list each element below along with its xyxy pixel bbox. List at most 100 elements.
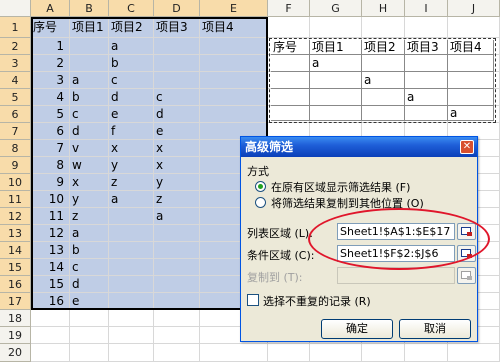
data-cell[interactable]: x — [154, 140, 200, 157]
grid-cell[interactable] — [405, 17, 448, 38]
criteria-cell[interactable] — [271, 89, 310, 106]
grid-cell[interactable] — [362, 344, 405, 362]
data-cell[interactable]: y — [70, 191, 109, 208]
grid-cell[interactable] — [154, 38, 200, 55]
grid-cell[interactable] — [154, 344, 200, 362]
data-cell[interactable]: e — [154, 123, 200, 140]
data-cell[interactable]: v — [70, 140, 109, 157]
data-cell[interactable]: a — [109, 191, 154, 208]
column-header[interactable]: H — [362, 0, 405, 17]
ok-button[interactable]: 确定 — [321, 319, 393, 339]
data-cell[interactable]: d — [70, 123, 109, 140]
data-cell[interactable]: z — [154, 191, 200, 208]
data-cell[interactable]: 4 — [31, 89, 70, 106]
criteria-header[interactable]: 项目1 — [310, 40, 362, 55]
column-header[interactable]: B — [70, 0, 109, 17]
data-cell[interactable]: x — [154, 157, 200, 174]
data-cell[interactable]: a — [70, 72, 109, 89]
row-header[interactable]: 19 — [0, 327, 31, 344]
column-header[interactable]: G — [310, 0, 362, 17]
grid-cell[interactable] — [154, 293, 200, 310]
data-cell[interactable]: 5 — [31, 106, 70, 123]
grid-cell[interactable] — [154, 259, 200, 276]
data-cell[interactable]: d — [109, 89, 154, 106]
grid-cell[interactable] — [109, 242, 154, 259]
grid-cell[interactable] — [109, 344, 154, 362]
column-header[interactable]: C — [109, 0, 154, 17]
row-header[interactable]: 7 — [0, 123, 31, 140]
criteria-cell[interactable]: a — [448, 106, 494, 121]
criteria-cell[interactable] — [405, 72, 448, 89]
grid-cell[interactable] — [200, 106, 268, 123]
row-header[interactable]: 15 — [0, 259, 31, 276]
row-header[interactable]: 10 — [0, 174, 31, 191]
row-header[interactable]: 14 — [0, 242, 31, 259]
criteria-header[interactable]: 项目4 — [448, 40, 494, 55]
data-cell[interactable]: e — [70, 293, 109, 310]
data-cell[interactable]: 6 — [31, 123, 70, 140]
data-cell[interactable]: c — [70, 106, 109, 123]
grid-cell[interactable] — [31, 327, 70, 344]
row-header[interactable]: 17 — [0, 293, 31, 310]
grid-cell[interactable] — [268, 344, 310, 362]
grid-cell[interactable] — [109, 208, 154, 225]
data-cell[interactable]: e — [109, 106, 154, 123]
data-cell[interactable]: 1 — [31, 38, 70, 55]
column-title[interactable]: 项目2 — [109, 17, 154, 38]
criteria-cell[interactable]: a — [405, 89, 448, 106]
row-header[interactable]: 5 — [0, 89, 31, 106]
grid-cell[interactable] — [200, 55, 268, 72]
criteria-cell[interactable] — [448, 72, 494, 89]
data-cell[interactable]: a — [70, 225, 109, 242]
data-cell[interactable]: 13 — [31, 242, 70, 259]
criteria-cell[interactable] — [448, 89, 494, 106]
grid-cell[interactable] — [154, 276, 200, 293]
grid-cell[interactable] — [109, 293, 154, 310]
data-cell[interactable]: z — [109, 174, 154, 191]
criteria-header[interactable]: 序号 — [271, 40, 310, 55]
grid-cell[interactable] — [310, 17, 362, 38]
data-cell[interactable]: 8 — [31, 157, 70, 174]
grid-cell[interactable] — [154, 242, 200, 259]
column-header[interactable]: E — [200, 0, 268, 17]
grid-cell[interactable] — [31, 310, 70, 327]
column-title[interactable]: 项目3 — [154, 17, 200, 38]
criteria-cell[interactable] — [310, 72, 362, 89]
data-cell[interactable]: c — [70, 259, 109, 276]
grid-cell[interactable] — [405, 344, 448, 362]
data-cell[interactable]: x — [109, 140, 154, 157]
criteria-cell[interactable] — [362, 55, 405, 72]
grid-cell[interactable] — [154, 55, 200, 72]
grid-cell[interactable] — [70, 310, 109, 327]
data-cell[interactable]: x — [70, 174, 109, 191]
grid-cell[interactable] — [448, 344, 500, 362]
column-title[interactable]: 项目4 — [200, 17, 268, 38]
grid-cell[interactable] — [268, 17, 310, 38]
row-header[interactable]: 11 — [0, 191, 31, 208]
row-header[interactable]: 13 — [0, 225, 31, 242]
cancel-button[interactable]: 取消 — [399, 319, 471, 339]
data-cell[interactable]: y — [109, 157, 154, 174]
criteria-header[interactable]: 项目3 — [405, 40, 448, 55]
criteria-cell[interactable] — [448, 55, 494, 72]
row-header[interactable]: 12 — [0, 208, 31, 225]
criteria-cell[interactable] — [362, 89, 405, 106]
data-cell[interactable]: z — [70, 208, 109, 225]
radio-copy-to-location-label[interactable]: 将筛选结果复制到其他位置 (O) — [271, 195, 424, 211]
criteria-cell[interactable] — [310, 106, 362, 121]
column-header[interactable]: F — [268, 0, 310, 17]
grid-cell[interactable] — [362, 17, 405, 38]
data-cell[interactable]: c — [154, 89, 200, 106]
list-range-input[interactable]: Sheet1!$A$1:$E$17 — [337, 223, 455, 240]
column-header[interactable]: I — [405, 0, 448, 17]
grid-cell[interactable] — [109, 225, 154, 242]
data-cell[interactable]: w — [70, 157, 109, 174]
grid-cell[interactable] — [109, 259, 154, 276]
collapse-dialog-icon[interactable] — [457, 245, 476, 262]
data-cell[interactable]: a — [109, 38, 154, 55]
data-cell[interactable]: d — [70, 276, 109, 293]
grid-cell[interactable] — [31, 344, 70, 362]
collapse-dialog-icon[interactable] — [457, 223, 476, 240]
row-header[interactable]: 20 — [0, 344, 31, 362]
criteria-range-input[interactable]: Sheet1!$F$2:$J$6 — [337, 245, 455, 262]
